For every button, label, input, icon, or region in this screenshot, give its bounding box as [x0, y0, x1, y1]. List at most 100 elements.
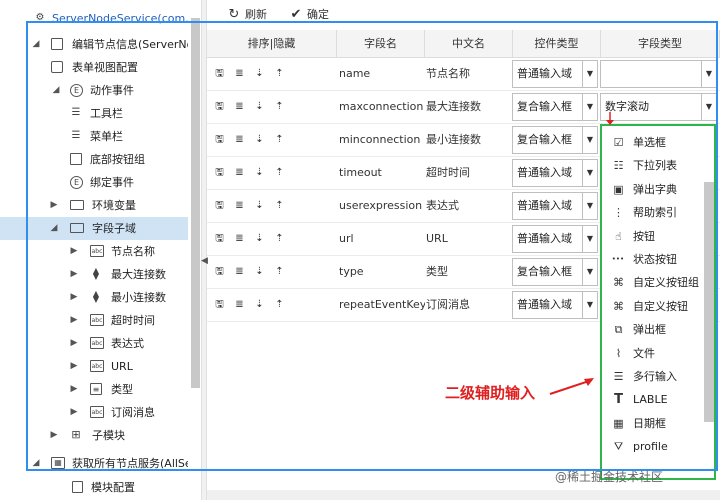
save-icon[interactable]: 🖫	[213, 298, 226, 311]
cn-name-cell[interactable]: 最小连接数	[426, 124, 512, 156]
dropdown-option[interactable]: ☑ 单选框	[608, 131, 708, 154]
expand-arrow-icon[interactable]: ▶	[68, 401, 80, 424]
edit-icon[interactable]: ≣	[233, 100, 246, 113]
grid-hscrollbar[interactable]	[207, 490, 720, 500]
field-name-cell[interactable]: repeatEventKey	[339, 289, 425, 321]
move-up-icon[interactable]: ⇡	[273, 298, 286, 311]
save-icon[interactable]: 🖫	[213, 166, 226, 179]
dropdown-scrollbar[interactable]	[704, 182, 714, 422]
dropdown-arrow-icon[interactable]: ▼	[701, 61, 716, 87]
move-up-icon[interactable]: ⇡	[273, 232, 286, 245]
field-name-cell[interactable]: maxconnection	[339, 91, 425, 123]
tree-item-toolbar[interactable]: ☰ 工具栏	[0, 102, 188, 125]
expand-arrow-icon[interactable]: ▶	[68, 309, 80, 332]
move-up-icon[interactable]: ⇡	[273, 67, 286, 80]
dropdown-option[interactable]: ▦ 日期框	[608, 412, 708, 435]
dropdown-option[interactable]: ⋮ 帮助索引	[608, 201, 708, 224]
refresh-button[interactable]: ↻ 刷新	[227, 6, 267, 24]
collapse-arrow-icon[interactable]: ◢	[30, 452, 42, 475]
cn-name-cell[interactable]: 节点名称	[426, 58, 512, 90]
collapse-arrow-icon[interactable]: ◢	[30, 33, 42, 56]
dropdown-option[interactable]: ☷ 下拉列表	[608, 154, 708, 177]
tree-item-min-conn[interactable]: ▶ ▲ ▼ 最小连接数	[0, 286, 188, 309]
edit-icon[interactable]: ≣	[233, 199, 246, 212]
dropdown-arrow-icon[interactable]: ▼	[582, 292, 597, 318]
field-name-cell[interactable]: url	[339, 223, 425, 255]
dropdown-arrow-icon[interactable]: ▼	[582, 259, 597, 285]
dropdown-arrow-icon[interactable]: ▼	[701, 94, 716, 120]
move-up-icon[interactable]: ⇡	[273, 265, 286, 278]
field-name-cell[interactable]: minconnection	[339, 124, 425, 156]
tree-item-env-vars[interactable]: ▶ 环境变量	[0, 194, 188, 217]
move-down-icon[interactable]: ⇣	[253, 232, 266, 245]
expand-arrow-icon[interactable]: ▶	[68, 263, 80, 286]
field-name-cell[interactable]: type	[339, 256, 425, 288]
save-icon[interactable]: 🖫	[213, 100, 226, 113]
tree-item-subscribe[interactable]: ▶ abc 订阅消息	[0, 401, 188, 424]
edit-icon[interactable]: ≣	[233, 133, 246, 146]
move-down-icon[interactable]: ⇣	[253, 67, 266, 80]
control-type-select[interactable]: 普通输入域 ▼	[512, 291, 598, 319]
tree-item-submodules[interactable]: ▶ ⊞ 子模块	[0, 424, 188, 447]
field-type-select[interactable]: ▼	[600, 60, 717, 88]
tree-item-all-services[interactable]: ◢ ▦ 获取所有节点服务(AllSer	[0, 452, 188, 475]
tree-item-module-config[interactable]: 模块配置	[0, 476, 188, 499]
expand-arrow-icon[interactable]: ▶	[48, 424, 60, 447]
tree-item-node-name[interactable]: ▶ abc 节点名称	[0, 240, 188, 263]
expand-arrow-icon[interactable]: ▶	[68, 286, 80, 309]
dropdown-option[interactable]: ☰ 多行输入	[608, 365, 708, 388]
control-type-select[interactable]: 普通输入域 ▼	[512, 60, 598, 88]
tree-item-form-view[interactable]: 表单视图配置	[0, 56, 188, 79]
expand-arrow-icon[interactable]: ▶	[68, 378, 80, 401]
control-type-select[interactable]: 复合输入框 ▼	[512, 93, 598, 121]
dropdown-option[interactable]: ⌘ 自定义按钮组	[608, 271, 708, 294]
confirm-button[interactable]: ✔ 确定	[289, 6, 329, 24]
move-up-icon[interactable]: ⇡	[273, 133, 286, 146]
move-down-icon[interactable]: ⇣	[253, 100, 266, 113]
table-row[interactable]: 🖫 ≣ ⇣ ⇡ maxconnection 最大连接数 复合输入框 ▼ 数字滚动 ▼	[207, 91, 720, 124]
move-down-icon[interactable]: ⇣	[253, 166, 266, 179]
dropdown-option[interactable]: ⛛ profile	[608, 435, 708, 458]
edit-icon[interactable]: ≣	[233, 298, 246, 311]
tree-item-bind-events[interactable]: E 绑定事件	[0, 171, 188, 194]
move-down-icon[interactable]: ⇣	[253, 133, 266, 146]
control-type-select[interactable]: 普通输入域 ▼	[512, 225, 598, 253]
col-header-field[interactable]: 字段名	[337, 30, 425, 58]
col-header-fieldtype[interactable]: 字段类型	[601, 30, 720, 58]
tree-item-menubar[interactable]: ☰ 菜单栏	[0, 125, 188, 148]
dropdown-arrow-icon[interactable]: ▼	[582, 160, 597, 186]
tree-item-action-events[interactable]: ◢ E 动作事件	[0, 79, 188, 102]
move-down-icon[interactable]: ⇣	[253, 265, 266, 278]
tree-item-service[interactable]: ⚙ ServerNodeService(com.ds.s	[0, 7, 188, 30]
save-icon[interactable]: 🖫	[213, 67, 226, 80]
dropdown-arrow-icon[interactable]: ▼	[582, 193, 597, 219]
tree-item-type[interactable]: ▶ ≡ 类型	[0, 378, 188, 401]
dropdown-option[interactable]: ⌇ 文件	[608, 342, 708, 365]
save-icon[interactable]: 🖫	[213, 232, 226, 245]
move-down-icon[interactable]: ⇣	[253, 298, 266, 311]
dropdown-option[interactable]: ☝ 按钮	[608, 225, 708, 248]
dropdown-option[interactable]: ⌘ 自定义按钮	[608, 295, 708, 318]
tree-item-url[interactable]: ▶ abc URL	[0, 355, 188, 378]
tree-item-max-conn[interactable]: ▶ ▲ ▼ 最大连接数	[0, 263, 188, 286]
dropdown-arrow-icon[interactable]: ▼	[582, 61, 597, 87]
field-name-cell[interactable]: name	[339, 58, 425, 90]
move-up-icon[interactable]: ⇡	[273, 100, 286, 113]
move-down-icon[interactable]: ⇣	[253, 199, 266, 212]
cn-name-cell[interactable]: 最大连接数	[426, 91, 512, 123]
control-type-select[interactable]: 复合输入框 ▼	[512, 258, 598, 286]
dropdown-arrow-icon[interactable]: ▼	[582, 94, 597, 120]
save-icon[interactable]: 🖫	[213, 199, 226, 212]
collapse-arrow-icon[interactable]: ◢	[48, 217, 60, 240]
table-row[interactable]: 🖫 ≣ ⇣ ⇡ name 节点名称 普通输入域 ▼ ▼	[207, 58, 720, 91]
save-icon[interactable]: 🖫	[213, 133, 226, 146]
tree-item-bottom-buttons[interactable]: 底部按钮组	[0, 148, 188, 171]
control-type-select[interactable]: 复合输入框 ▼	[512, 126, 598, 154]
expand-arrow-icon[interactable]: ▶	[68, 355, 80, 378]
dropdown-arrow-icon[interactable]: ▼	[582, 127, 597, 153]
tree-item-edit-node[interactable]: ◢ 编辑节点信息(ServerNod	[0, 33, 188, 56]
edit-icon[interactable]: ≣	[233, 67, 246, 80]
field-name-cell[interactable]: userexpression	[339, 190, 425, 222]
save-icon[interactable]: 🖫	[213, 265, 226, 278]
control-type-select[interactable]: 普通输入域 ▼	[512, 159, 598, 187]
